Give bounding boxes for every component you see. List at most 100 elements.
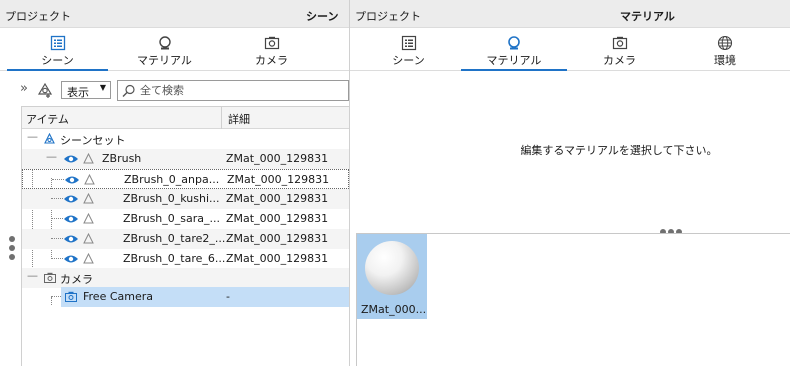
- tree-row-label: ZBrush: [102, 152, 142, 165]
- tab-camera-label: カメラ: [255, 54, 288, 67]
- scene-tree: アイテム 詳細 — シーンセット — ZBrush ZMat_000_12983…: [21, 106, 349, 366]
- tab-environment[interactable]: 環境: [672, 28, 778, 71]
- scene-panel-tabs: シーン マテリアル カメラ: [0, 28, 349, 71]
- tree-row-label: ZBrush_0_kushi...: [123, 192, 220, 205]
- scene-add-icon[interactable]: [36, 81, 54, 99]
- scene-set-icon: [44, 133, 55, 144]
- tree-row-zbrush[interactable]: — ZBrush ZMat_000_129831: [22, 149, 349, 169]
- visibility-eye-icon[interactable]: [63, 254, 79, 264]
- tree-row-label: シーンセット: [60, 134, 126, 147]
- list-icon: [401, 35, 416, 51]
- column-header-detail[interactable]: 詳細: [228, 111, 250, 127]
- visibility-eye-icon[interactable]: [63, 194, 79, 204]
- tree-row-label: カメラ: [60, 273, 93, 286]
- panel-title-scene: シーン: [306, 10, 339, 23]
- tree-connector: [51, 198, 63, 199]
- collapse-toggle[interactable]: —: [27, 130, 38, 143]
- globe-icon: [717, 35, 733, 51]
- search-input[interactable]: [140, 83, 340, 98]
- tree-row-detail: ZMat_000_129831: [226, 232, 329, 245]
- camera-icon: [612, 36, 627, 50]
- tab-material[interactable]: マテリアル: [114, 28, 215, 71]
- tree-row-camera-group[interactable]: — カメラ: [22, 268, 349, 288]
- panel-title-project: プロジェクト: [355, 10, 421, 23]
- scene-toolbar: » 表示 ▼: [0, 78, 349, 104]
- tab-scene[interactable]: シーン: [7, 28, 108, 71]
- splitter-grip-dot[interactable]: [9, 236, 15, 242]
- mesh-icon: [83, 213, 94, 224]
- visibility-eye-icon[interactable]: [63, 154, 79, 164]
- tree-connector: [51, 258, 63, 259]
- collapse-toggle[interactable]: —: [46, 150, 57, 163]
- chevron-down-icon: ▼: [99, 83, 106, 92]
- material-panel: プロジェクト マテリアル シーン マテリアル カメラ 環境 編集するマテリアルを…: [349, 0, 790, 366]
- mesh-icon: [83, 193, 94, 204]
- camera-icon: [44, 272, 56, 283]
- tree-row-zbrush-child[interactable]: ZBrush_0_sara_... ZMat_000_129831: [22, 209, 349, 229]
- tab-camera-label: カメラ: [603, 54, 636, 67]
- tab-scene[interactable]: シーン: [356, 28, 461, 71]
- splitter-grip-dot[interactable]: [9, 254, 15, 260]
- material-icon: [158, 36, 171, 50]
- tree-row-scene-set[interactable]: — シーンセット: [22, 129, 349, 149]
- panel-title-material: マテリアル: [620, 10, 675, 23]
- tree-connector: [52, 179, 64, 180]
- tree-row-detail: -: [226, 290, 230, 303]
- mesh-icon: [84, 174, 95, 185]
- visibility-eye-icon[interactable]: [63, 214, 79, 224]
- tab-camera[interactable]: カメラ: [567, 28, 672, 71]
- tab-material-label: マテリアル: [137, 54, 192, 67]
- tree-row-label: ZBrush_0_tare2_...: [123, 232, 226, 245]
- tree-row-detail: ZMat_000_129831: [226, 212, 329, 225]
- tree-row-zbrush-child[interactable]: ZBrush_0_kushi... ZMat_000_129831: [22, 189, 349, 209]
- material-swatch[interactable]: ZMat_000...: [357, 234, 427, 319]
- tree-row-zbrush-child[interactable]: ZBrush_0_anpa... ZMat_000_129831: [22, 169, 349, 189]
- tab-environment-label: 環境: [714, 54, 736, 67]
- collapse-toggle[interactable]: —: [27, 269, 38, 282]
- material-icon: [508, 36, 520, 50]
- mesh-icon: [83, 253, 94, 264]
- visibility-eye-icon[interactable]: [64, 175, 80, 185]
- panel-title-project: プロジェクト: [5, 10, 71, 23]
- tree-row-detail: ZMat_000_129831: [226, 252, 329, 265]
- column-divider[interactable]: [221, 107, 222, 129]
- tree-header: アイテム 詳細: [22, 107, 349, 129]
- tab-camera[interactable]: カメラ: [221, 28, 322, 71]
- tab-scene-label: シーン: [41, 54, 74, 67]
- tree-row-label: ZBrush_0_tare_6...: [123, 252, 226, 265]
- material-library: ZMat_000...: [356, 233, 790, 366]
- material-preview-sphere: [365, 241, 419, 295]
- tree-row-zbrush-child[interactable]: ZBrush_0_tare2_... ZMat_000_129831: [22, 229, 349, 249]
- column-header-item[interactable]: アイテム: [26, 111, 69, 127]
- search-icon: [122, 84, 135, 97]
- material-swatch-label: ZMat_000...: [361, 303, 427, 316]
- splitter-grip-dot[interactable]: [9, 245, 15, 251]
- tree-connector: [51, 238, 63, 239]
- tree-row-detail: ZMat_000_129831: [226, 152, 329, 165]
- search-box: [117, 80, 349, 101]
- material-panel-tabs: シーン マテリアル カメラ 環境: [350, 28, 790, 71]
- visibility-eye-icon[interactable]: [63, 234, 79, 244]
- scene-panel: プロジェクト シーン シーン マテリアル カメラ » 表示 ▼ 全て検索 アイテ…: [0, 0, 349, 366]
- tab-material[interactable]: マテリアル: [461, 28, 567, 71]
- tree-connector: [51, 218, 63, 219]
- tree-row-free-camera[interactable]: Free Camera -: [22, 287, 349, 307]
- mesh-icon: [83, 153, 94, 164]
- tab-scene-label: シーン: [392, 54, 425, 67]
- camera-icon: [65, 291, 77, 302]
- expand-toolbar-button[interactable]: »: [20, 81, 28, 96]
- material-empty-message: 編集するマテリアルを選択して下さい。: [520, 144, 718, 157]
- tree-row-label: ZBrush_0_sara_...: [123, 212, 221, 225]
- tree-row-detail: ZMat_000_129831: [227, 173, 330, 186]
- scene-panel-titlebar: プロジェクト シーン: [0, 0, 349, 28]
- tree-row-zbrush-child[interactable]: ZBrush_0_tare_6... ZMat_000_129831: [22, 249, 349, 269]
- camera-icon: [264, 36, 279, 50]
- tree-row-label: Free Camera: [83, 290, 154, 303]
- tree-row-detail: ZMat_000_129831: [226, 192, 329, 205]
- tree-connector: [51, 296, 61, 297]
- tab-material-label: マテリアル: [486, 54, 542, 67]
- display-dropdown[interactable]: 表示 ▼: [61, 81, 111, 99]
- display-dropdown-label: 表示: [67, 86, 89, 99]
- tree-row-label: ZBrush_0_anpa...: [124, 173, 220, 186]
- mesh-icon: [83, 233, 94, 244]
